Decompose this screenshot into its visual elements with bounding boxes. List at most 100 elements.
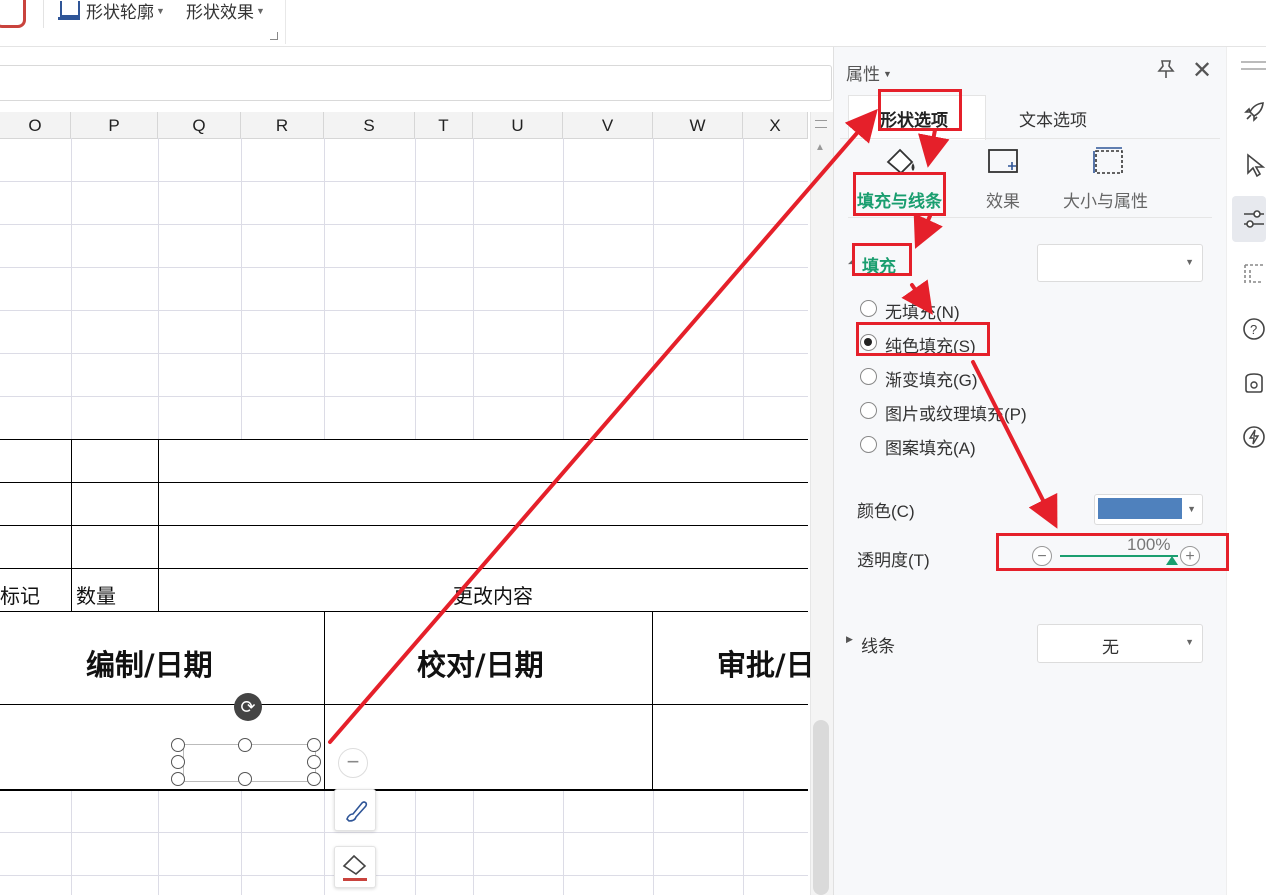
radio-gradient-fill[interactable] — [860, 368, 877, 385]
grid-row-line — [0, 224, 808, 225]
chevron-down-icon: ▼ — [1185, 637, 1194, 647]
pin-icon[interactable] — [1155, 58, 1177, 86]
help-icon[interactable]: ? — [1242, 316, 1266, 342]
close-icon[interactable]: ✕ — [1192, 56, 1212, 85]
resize-handle[interactable] — [307, 755, 321, 769]
grid-row-line — [0, 832, 808, 833]
section-collapsed-icon[interactable]: ▶ — [846, 634, 853, 645]
chevron-down-icon: ▼ — [1187, 504, 1196, 514]
grid-col-line — [71, 138, 72, 439]
color-swatch[interactable] — [1098, 498, 1182, 519]
no-fill-label[interactable]: 无填充(N) — [885, 298, 960, 323]
shape-effect-button[interactable]: 形状效果 ▼ — [186, 0, 265, 24]
subtab-divider — [848, 217, 1212, 218]
table-border — [0, 525, 808, 526]
column-header-v[interactable]: V — [563, 112, 653, 138]
rotate-handle-icon[interactable]: ⟳ — [234, 693, 262, 721]
rocket-icon[interactable] — [1242, 100, 1266, 124]
cursor-icon[interactable] — [1244, 152, 1266, 178]
column-header-q[interactable]: Q — [158, 112, 241, 138]
subtab-size-properties[interactable]: 大小与属性 — [1063, 187, 1148, 212]
grid-col-line — [158, 790, 159, 895]
annotation-box-fill-line — [853, 172, 946, 216]
grid-row-line — [0, 396, 808, 397]
resize-handle[interactable] — [171, 772, 185, 786]
check-date-cell: 校对/日期 — [417, 648, 544, 682]
shape-outline-button[interactable]: 形状轮廓 ▼ — [86, 0, 165, 24]
radio-picture-fill[interactable] — [860, 402, 877, 419]
effects-icon — [988, 149, 1018, 173]
resize-handle[interactable] — [171, 738, 185, 752]
grid-col-line — [743, 790, 744, 895]
size-properties-icon — [1093, 147, 1123, 174]
qty-cell: 数量 — [76, 586, 116, 608]
grid-col-line — [158, 138, 159, 439]
table-border — [0, 439, 808, 440]
resize-handle[interactable] — [307, 738, 321, 752]
compile-date-cell: 编制/日期 — [86, 648, 213, 682]
column-header-t[interactable]: T — [415, 112, 473, 138]
grid-col-line — [71, 790, 72, 895]
scroll-up-icon[interactable]: ▲ — [815, 142, 825, 153]
column-header-r[interactable]: R — [241, 112, 324, 138]
dialog-launcher-icon[interactable] — [270, 32, 278, 40]
chevron-down-icon: ▼ — [883, 69, 892, 79]
grid-col-line — [563, 138, 564, 439]
grid-col-line — [324, 138, 325, 439]
svg-text:?: ? — [1250, 322, 1257, 337]
shape-effect-label: 形状效果 — [186, 3, 254, 22]
grid-col-line — [563, 790, 564, 895]
line-section-header[interactable]: 线条 — [861, 632, 895, 657]
backup-icon[interactable] — [1242, 370, 1266, 396]
grid-row-line — [0, 310, 808, 311]
change-content-cell: 更改内容 — [453, 586, 533, 608]
line-dropdown[interactable]: 无 ▼ — [1037, 624, 1203, 663]
tab-divider — [840, 138, 1220, 139]
grid-row-line — [0, 875, 808, 876]
table-border — [652, 611, 653, 789]
column-header-o[interactable]: O — [0, 112, 71, 138]
chevron-down-icon: ▼ — [1185, 257, 1194, 267]
color-label: 颜色(C) — [857, 502, 915, 521]
resize-handle[interactable] — [307, 772, 321, 786]
collapse-toolbar-button[interactable]: − — [338, 748, 368, 778]
grid-col-line — [415, 138, 416, 439]
column-header-x[interactable]: X — [743, 112, 808, 138]
fill-bucket-icon — [342, 854, 367, 881]
grid-col-line — [241, 138, 242, 439]
shape-fill-button[interactable] — [334, 846, 376, 888]
lightning-icon[interactable] — [1242, 424, 1266, 450]
properties-sliders-icon[interactable] — [1242, 206, 1266, 232]
split-handle-icon[interactable] — [815, 120, 827, 128]
transform-icon[interactable] — [1242, 262, 1266, 288]
formula-input[interactable] — [0, 65, 832, 101]
scrollbar-thumb[interactable] — [813, 720, 829, 895]
gradient-fill-label[interactable]: 渐变填充(G) — [885, 366, 978, 391]
table-border — [158, 439, 159, 611]
column-header-s[interactable]: S — [324, 112, 415, 138]
toolbar-grip-icon — [1241, 61, 1266, 70]
resize-handle[interactable] — [171, 755, 185, 769]
subtab-effects[interactable]: 效果 — [986, 187, 1020, 212]
approve-date-cell: 审批/日 — [717, 648, 815, 682]
shape-outline-color-bar — [58, 17, 80, 20]
table-border — [71, 439, 72, 611]
column-header-u[interactable]: U — [473, 112, 563, 138]
brush-icon — [346, 801, 368, 822]
panel-title[interactable]: 属性 ▼ — [846, 60, 892, 85]
radio-no-fill[interactable] — [860, 300, 877, 317]
column-header-w[interactable]: W — [653, 112, 743, 138]
shape-gallery-item[interactable] — [0, 0, 26, 28]
spreadsheet-grid[interactable] — [0, 112, 808, 895]
picture-fill-label[interactable]: 图片或纹理填充(P) — [885, 400, 1027, 425]
format-painter-button[interactable] — [334, 789, 376, 831]
panel-title-text: 属性 — [846, 65, 880, 84]
column-header-p[interactable]: P — [71, 112, 158, 138]
fill-preset-dropdown[interactable]: ▼ — [1037, 244, 1203, 282]
resize-handle[interactable] — [238, 772, 252, 786]
radio-pattern-fill[interactable] — [860, 436, 877, 453]
resize-handle[interactable] — [238, 738, 252, 752]
grid-col-line — [473, 790, 474, 895]
tab-text-options[interactable]: 文本选项 — [1019, 106, 1087, 131]
pattern-fill-label[interactable]: 图案填充(A) — [885, 434, 976, 459]
